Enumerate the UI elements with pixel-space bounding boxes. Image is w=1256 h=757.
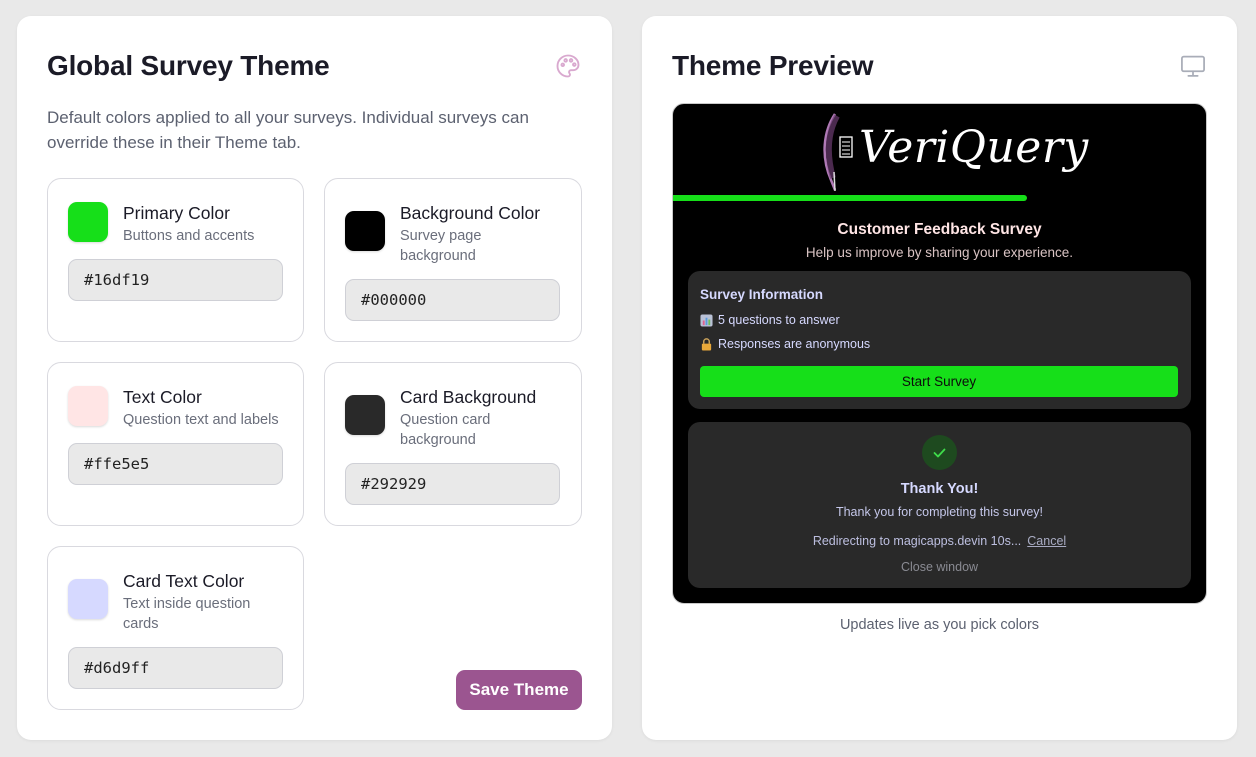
panel-title: Theme Preview [672, 50, 874, 81]
card-text-color-card: Card Text Color Text inside question car… [47, 546, 304, 710]
panel-title: Global Survey Theme [47, 50, 330, 81]
progress-bar [673, 195, 1027, 201]
check-icon [922, 435, 957, 470]
text-color-label: Text Color [123, 387, 202, 407]
info-row-text: 5 questions to answer [718, 313, 840, 327]
card-background-sub: Question card background [400, 412, 491, 448]
card-text-color-sub: Text inside question cards [123, 596, 251, 632]
logo-text: VeriQuery [859, 122, 1089, 173]
primary-color-input[interactable]: #16df19 [68, 259, 283, 301]
theme-preview-panel: Theme Preview VeriQuery Customer Feedbac… [642, 16, 1237, 740]
thank-you-card: Thank You! Thank you for completing this… [688, 422, 1191, 588]
thank-you-subtitle: Thank you for completing this survey! [835, 505, 1044, 519]
primary-color-sub: Buttons and accents [123, 228, 255, 244]
preview-caption: Updates live as you pick colors [839, 617, 1040, 633]
info-row-text: Responses are anonymous [718, 337, 871, 351]
background-color-card: Background Color Survey page background … [324, 178, 582, 342]
redirect-text: Redirecting to magicapps.devin 10s... [812, 534, 1022, 548]
cancel-link[interactable]: Cancel [1027, 534, 1066, 548]
background-color-input[interactable]: #000000 [345, 279, 560, 321]
primary-color-card: Primary Color Buttons and accents #16df1… [47, 178, 304, 342]
bar-chart-icon [700, 313, 713, 327]
card-background-label: Card Background [400, 387, 537, 407]
card-text-color-swatch[interactable] [68, 579, 108, 619]
primary-color-swatch[interactable] [68, 202, 108, 242]
card-background-swatch[interactable] [345, 395, 385, 435]
close-window-link[interactable]: Close window [688, 560, 1191, 574]
card-text-color-input[interactable]: #d6d9ff [68, 647, 283, 689]
primary-color-label: Primary Color [123, 203, 230, 223]
survey-preview: VeriQuery Customer Feedback Survey Help … [672, 103, 1207, 604]
background-color-sub: Survey page background [400, 228, 482, 264]
info-row-anonymous: Responses are anonymous [700, 337, 870, 351]
text-color-sub: Question text and labels [123, 412, 279, 428]
card-text-color-label: Card Text Color [123, 571, 245, 591]
start-survey-button[interactable]: Start Survey [700, 366, 1178, 397]
thank-you-title: Thank You! [900, 481, 979, 497]
survey-subtitle: Help us improve by sharing your experien… [805, 245, 1074, 260]
text-color-input[interactable]: #ffe5e5 [68, 443, 283, 485]
global-theme-panel: Global Survey Theme Default colors appli… [17, 16, 612, 740]
card-background-input[interactable]: #292929 [345, 463, 560, 505]
monitor-icon [1181, 55, 1205, 77]
info-row-questions: 5 questions to answer [700, 313, 840, 327]
background-color-swatch[interactable] [345, 211, 385, 251]
survey-info-card: Survey Information 5 questions to answer… [688, 271, 1191, 409]
background-color-label: Background Color [400, 203, 541, 223]
card-background-card: Card Background Question card background… [324, 362, 582, 526]
redirect-row: Redirecting to magicapps.devin 10s... Can… [688, 534, 1191, 548]
save-theme-button[interactable]: Save Theme [456, 670, 582, 710]
logo: VeriQuery [813, 112, 1088, 192]
panel-description: Default colors applied to all your surve… [47, 108, 529, 152]
palette-icon [556, 54, 580, 78]
lock-icon [701, 337, 712, 351]
survey-title: Customer Feedback Survey [837, 221, 1042, 238]
text-color-swatch[interactable] [68, 386, 108, 426]
text-color-card: Text Color Question text and labels #ffe… [47, 362, 304, 526]
info-title: Survey Information [700, 287, 824, 302]
